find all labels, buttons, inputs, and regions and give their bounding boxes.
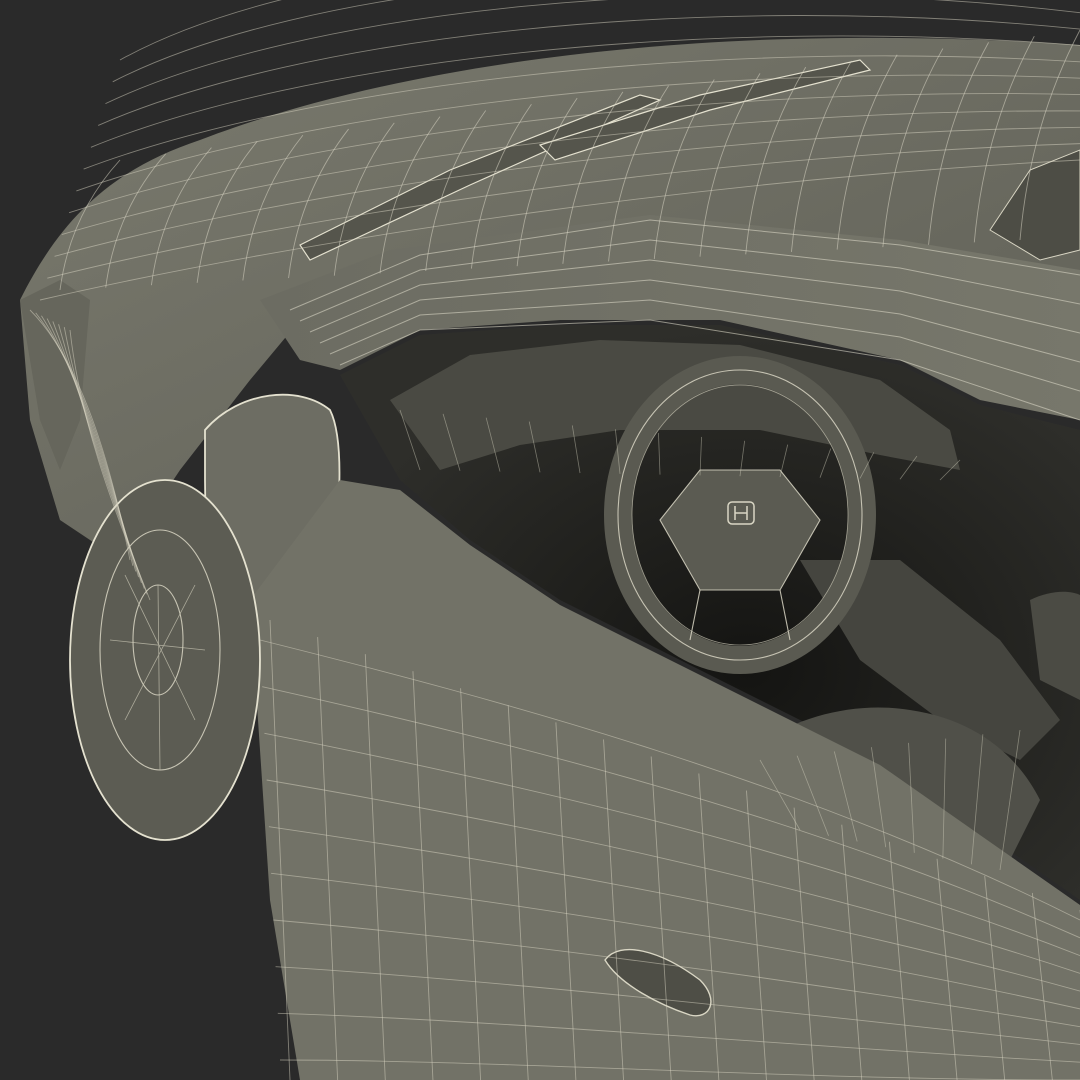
car-wireframe-render <box>0 0 1080 1080</box>
render-viewport <box>0 0 1080 1080</box>
front-wheel <box>69 479 261 841</box>
